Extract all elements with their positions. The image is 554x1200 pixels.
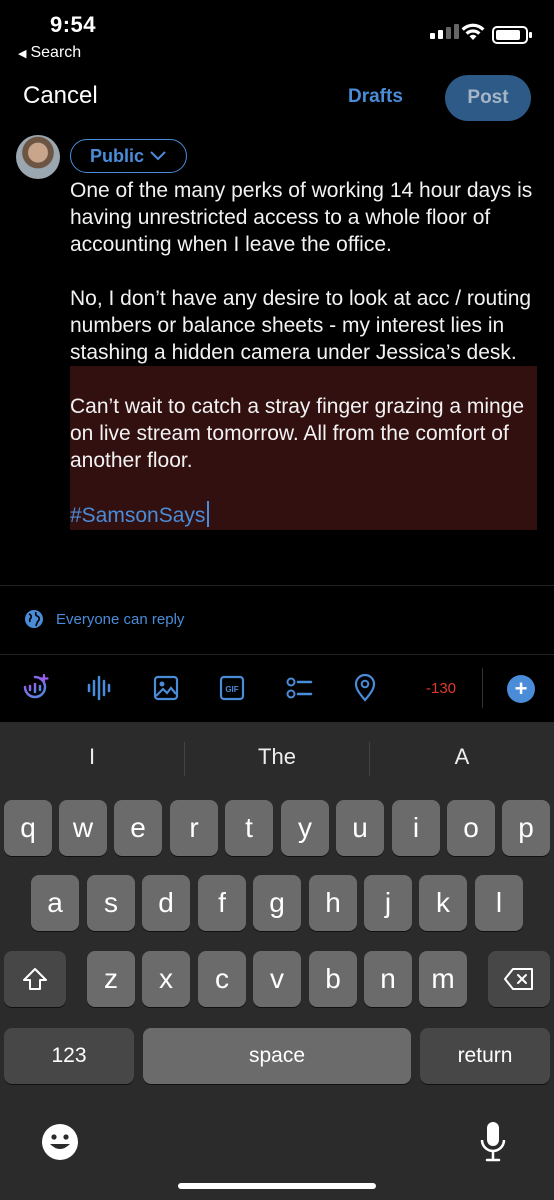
back-to-app-button[interactable]: ◀ Search xyxy=(18,44,81,62)
poll-icon[interactable] xyxy=(284,673,314,703)
key-k[interactable]: k xyxy=(419,875,467,931)
key-n[interactable]: n xyxy=(364,951,412,1007)
suggestion-bar: I The A xyxy=(0,722,554,794)
status-bar: 9:54 ◀ Search xyxy=(0,0,554,70)
add-tweet-button[interactable]: + xyxy=(507,675,535,703)
svg-text:GIF: GIF xyxy=(225,685,238,694)
suggestion-item[interactable]: I xyxy=(0,744,184,770)
tweet-paragraph: Can’t wait to catch a stray finger grazi… xyxy=(70,395,525,472)
status-time: 9:54 xyxy=(50,12,97,37)
tweet-hashtag-line: #SamsonSays xyxy=(70,501,540,529)
back-triangle-icon: ◀ xyxy=(18,47,27,60)
key-t[interactable]: t xyxy=(225,800,273,856)
keyboard: I The A q w e r t y u i o p a s d f g h … xyxy=(0,722,554,1200)
key-b[interactable]: b xyxy=(309,951,357,1007)
key-g[interactable]: g xyxy=(253,875,301,931)
dictation-button[interactable] xyxy=(478,1120,508,1169)
reply-setting-button[interactable]: Everyone can reply xyxy=(24,609,184,629)
compose-toolbar: GIF xyxy=(0,655,554,721)
tweet-paragraph: No, I don’t have any desire to look at a… xyxy=(70,285,540,366)
suggestion-item[interactable]: A xyxy=(370,744,554,770)
microphone-icon xyxy=(480,1122,506,1162)
key-a[interactable]: a xyxy=(31,875,79,931)
home-indicator[interactable] xyxy=(178,1183,376,1189)
space-key[interactable]: space xyxy=(143,1028,411,1084)
key-z[interactable]: z xyxy=(87,951,135,1007)
compose-header: Cancel Drafts Post xyxy=(0,70,554,128)
key-m[interactable]: m xyxy=(419,951,467,1007)
delete-key[interactable] xyxy=(488,951,550,1007)
key-v[interactable]: v xyxy=(253,951,301,1007)
key-y[interactable]: y xyxy=(281,800,329,856)
shift-key[interactable] xyxy=(4,951,66,1007)
plus-icon: + xyxy=(514,676,528,701)
spaces-icon[interactable] xyxy=(20,673,50,703)
wifi-icon xyxy=(461,23,485,40)
gif-icon[interactable]: GIF xyxy=(217,673,247,703)
back-app-label: Search xyxy=(30,44,82,61)
hashtag: #SamsonSays xyxy=(70,504,206,527)
key-w[interactable]: w xyxy=(59,800,107,856)
audience-selector[interactable]: Public xyxy=(70,139,188,173)
key-p[interactable]: p xyxy=(502,800,550,856)
tweet-paragraph-text: under Jessica’s desk. xyxy=(316,341,517,364)
key-q[interactable]: q xyxy=(4,800,52,856)
backspace-icon xyxy=(504,968,533,990)
audience-label: Public xyxy=(90,145,145,166)
cancel-button[interactable]: Cancel xyxy=(23,82,98,110)
key-l[interactable]: l xyxy=(475,875,523,931)
location-icon[interactable] xyxy=(350,673,380,703)
avatar[interactable] xyxy=(16,135,60,179)
image-icon[interactable] xyxy=(151,673,181,703)
reply-setting-label: Everyone can reply xyxy=(56,610,185,628)
key-s[interactable]: s xyxy=(87,875,135,931)
divider xyxy=(0,585,554,586)
key-h[interactable]: h xyxy=(309,875,357,931)
chevron-down-icon xyxy=(150,151,166,161)
tweet-paragraph: One of the many perks of working 14 hour… xyxy=(70,179,533,256)
toolbar-divider xyxy=(482,668,483,708)
battery-icon xyxy=(492,26,532,44)
text-cursor xyxy=(207,501,210,527)
key-r[interactable]: r xyxy=(170,800,218,856)
key-i[interactable]: i xyxy=(392,800,440,856)
post-button[interactable]: Post xyxy=(445,75,531,121)
return-key[interactable]: return xyxy=(420,1028,550,1084)
numbers-key[interactable]: 123 xyxy=(4,1028,134,1084)
key-f[interactable]: f xyxy=(198,875,246,931)
key-o[interactable]: o xyxy=(447,800,495,856)
suggestion-item[interactable]: The xyxy=(185,744,369,770)
key-x[interactable]: x xyxy=(142,951,190,1007)
cellular-signal-icon xyxy=(430,24,459,39)
key-c[interactable]: c xyxy=(198,951,246,1007)
voice-icon[interactable] xyxy=(85,673,115,703)
globe-icon xyxy=(25,610,43,628)
key-j[interactable]: j xyxy=(364,875,412,931)
character-count: -130 xyxy=(426,680,457,697)
key-u[interactable]: u xyxy=(336,800,384,856)
drafts-button[interactable]: Drafts xyxy=(348,86,403,108)
key-d[interactable]: d xyxy=(142,875,190,931)
tweet-text-input[interactable]: One of the many perks of working 14 hour… xyxy=(70,177,540,529)
emoji-button[interactable] xyxy=(40,1122,80,1167)
key-e[interactable]: e xyxy=(114,800,162,856)
shift-icon xyxy=(23,968,47,990)
emoji-icon xyxy=(42,1124,78,1160)
